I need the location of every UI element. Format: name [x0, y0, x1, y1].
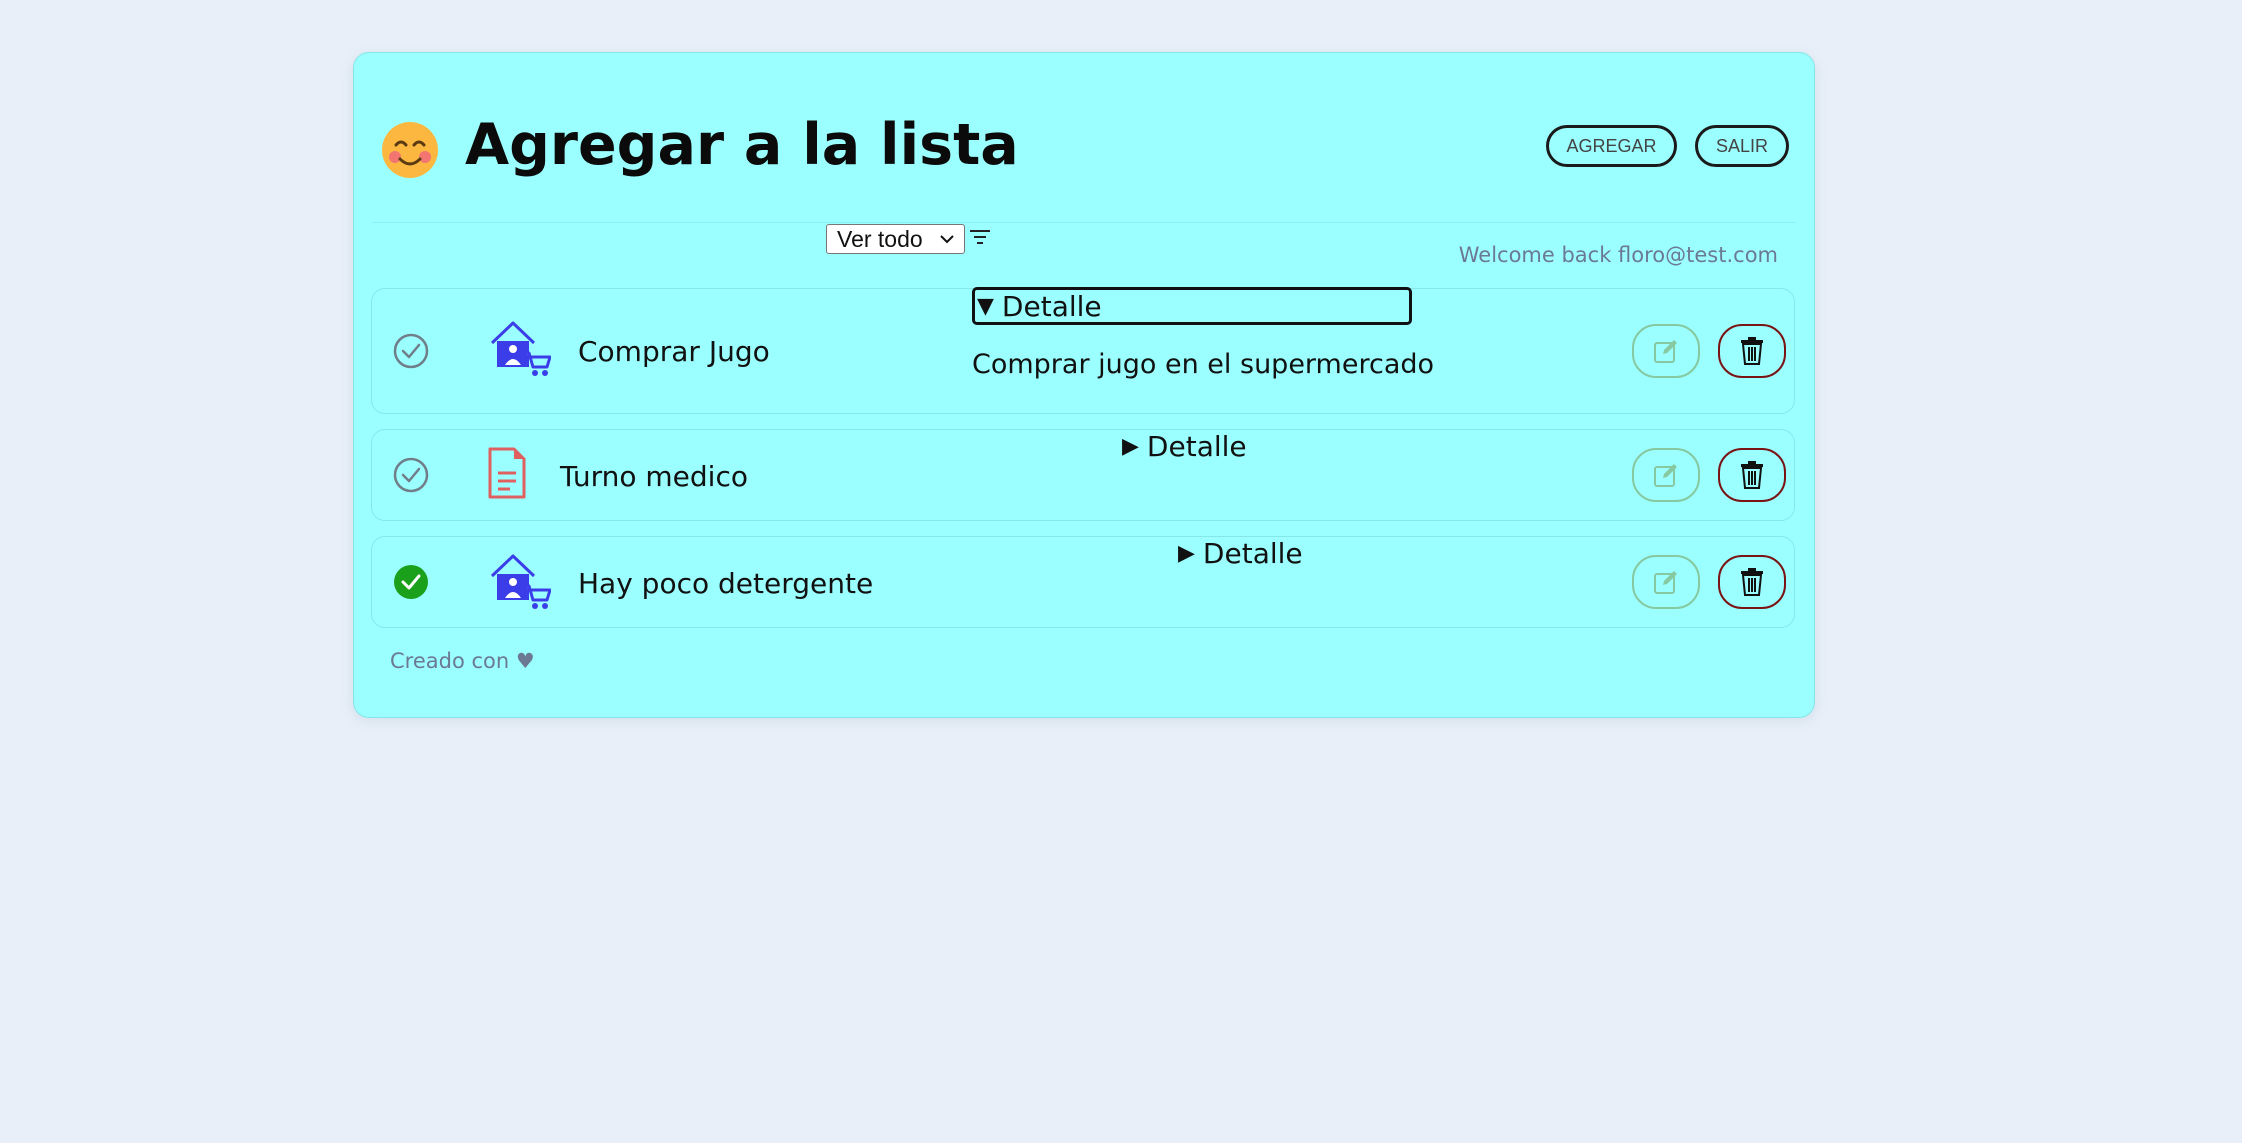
house-cart-icon: [490, 554, 551, 609]
check-circle-icon[interactable]: [393, 333, 429, 369]
delete-button[interactable]: [1718, 555, 1786, 609]
header-divider: [372, 222, 1796, 223]
logout-button[interactable]: SALIR: [1695, 125, 1789, 167]
smiling-face-icon: [382, 122, 438, 178]
detail-label: Detalle: [1146, 430, 1247, 463]
edit-button[interactable]: [1632, 555, 1700, 609]
check-circle-filled-icon[interactable]: [393, 564, 429, 600]
add-button[interactable]: AGREGAR: [1546, 125, 1677, 167]
welcome-text: Welcome back floro@test.com: [1458, 243, 1778, 267]
detail-text: Comprar jugo en el supermercado: [972, 349, 1435, 380]
triangle-right-icon: ▶: [1122, 434, 1139, 459]
detail-toggle[interactable]: ▶ Detalle: [1122, 430, 1247, 463]
task-title: Comprar Jugo: [578, 335, 770, 368]
delete-button[interactable]: [1718, 324, 1786, 378]
detail-label: Detalle: [1001, 289, 1102, 323]
page-title: Agregar a la lista: [465, 112, 1019, 178]
trash-icon: [1741, 568, 1763, 596]
task-row: Comprar Jugo ▼ Detalle Comprar jugo en e…: [371, 287, 1795, 414]
edit-button[interactable]: [1632, 448, 1700, 502]
footer-text: Creado con ♥: [390, 649, 535, 673]
task-row: Hay poco detergente ▶ Detalle: [371, 536, 1795, 628]
pencil-square-icon: [1654, 464, 1677, 487]
task-title: Hay poco detergente: [578, 567, 874, 600]
todo-card: Agregar a la lista AGREGAR SALIR Ver tod…: [353, 52, 1815, 718]
triangle-right-icon: ▶: [1178, 541, 1195, 566]
task-title: Turno medico: [560, 460, 748, 493]
triangle-down-icon: ▼: [977, 293, 994, 319]
check-circle-icon[interactable]: [393, 457, 429, 493]
task-row: Turno medico ▶ Detalle: [371, 429, 1795, 521]
house-cart-icon: [490, 321, 551, 376]
delete-button[interactable]: [1718, 448, 1786, 502]
pencil-square-icon: [1654, 340, 1677, 363]
detail-toggle[interactable]: ▼ Detalle: [972, 287, 1412, 325]
chevron-down-icon: [940, 235, 954, 244]
filter-select-value: Ver todo: [837, 225, 923, 252]
pencil-square-icon: [1654, 571, 1677, 594]
document-icon: [488, 447, 526, 499]
edit-button[interactable]: [1632, 324, 1700, 378]
detail-toggle[interactable]: ▶ Detalle: [1178, 537, 1303, 570]
filter-icon[interactable]: [969, 227, 991, 247]
trash-icon: [1741, 461, 1763, 489]
filter-select[interactable]: Ver todo: [826, 224, 965, 254]
trash-icon: [1741, 337, 1763, 365]
detail-label: Detalle: [1202, 537, 1303, 570]
